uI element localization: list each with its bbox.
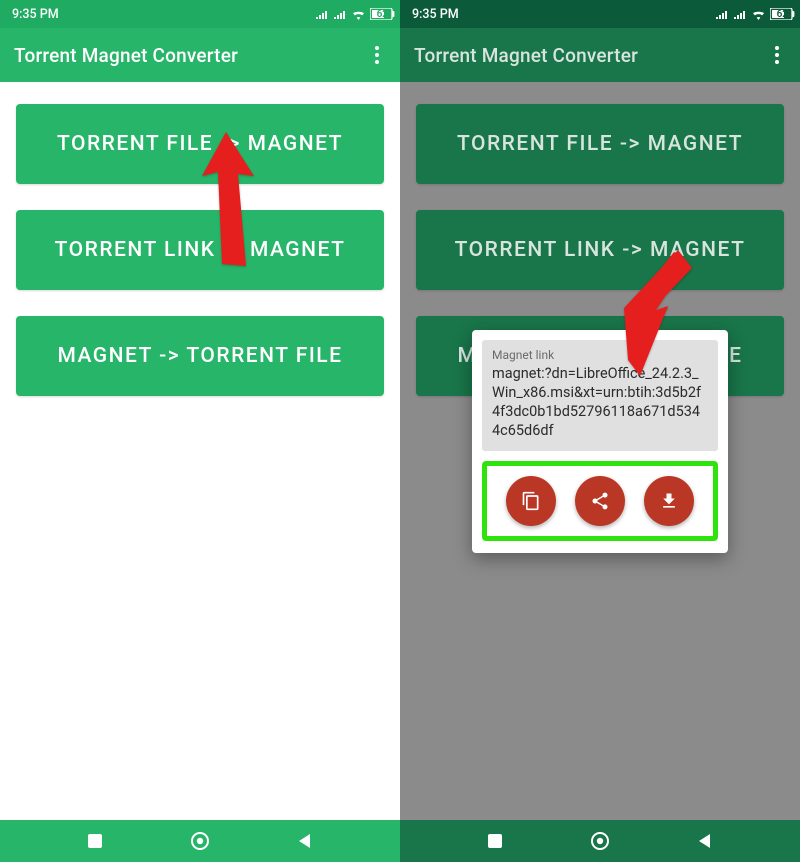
battery-level: 62 [377,9,388,20]
app-title: Torrent Magnet Converter [414,44,638,67]
status-indicators: 62 [315,8,388,20]
download-icon [659,491,679,511]
nav-home-icon[interactable] [190,831,210,851]
dialog-action-row [482,461,718,541]
nav-home-icon[interactable] [590,831,610,851]
status-time: 9:35 PM [412,7,459,22]
screenshot-right: 9:35 PM 62 Torrent Magnet Converter TORR… [400,0,800,862]
torrent-link-to-magnet-button[interactable]: TORRENT LINK -> MAGNET [16,210,384,290]
system-nav-bar [0,820,400,862]
nav-recent-icon[interactable] [86,832,104,850]
magnet-link-value: magnet:?dn=LibreOffice_24.2.3_Win_x86.ms… [492,364,708,441]
magnet-link-field[interactable]: Magnet link magnet:?dn=LibreOffice_24.2.… [482,340,718,451]
torrent-file-to-magnet-button[interactable]: TORRENT FILE -> MAGNET [16,104,384,184]
nav-back-icon[interactable] [696,832,714,850]
torrent-link-to-magnet-button: TORRENT LINK -> MAGNET [416,210,784,290]
magnet-link-label: Magnet link [492,348,708,362]
signal-icon [715,9,729,19]
signal-icon [315,9,329,19]
app-title: Torrent Magnet Converter [14,44,238,67]
main-content: TORRENT FILE -> MAGNET TORRENT LINK -> M… [0,82,400,820]
app-bar: Torrent Magnet Converter [0,28,400,82]
signal-icon [333,9,347,19]
share-button[interactable] [575,476,625,526]
copy-button[interactable] [506,476,556,526]
overflow-menu-button[interactable] [768,46,786,64]
screenshot-left: 9:35 PM 62 Torrent Magnet Converter TORR… [0,0,400,862]
main-content-dimmed: TORRENT FILE -> MAGNET TORRENT LINK -> M… [400,82,800,820]
signal-icon [733,9,747,19]
system-nav-bar [400,820,800,862]
magnet-result-dialog: Magnet link magnet:?dn=LibreOffice_24.2.… [472,330,728,553]
app-bar: Torrent Magnet Converter [400,28,800,82]
copy-icon [521,491,541,511]
wifi-icon [751,9,766,20]
share-icon [590,491,610,511]
wifi-icon [351,9,366,20]
nav-back-icon[interactable] [296,832,314,850]
download-button[interactable] [644,476,694,526]
status-indicators: 62 [715,8,788,20]
nav-recent-icon[interactable] [486,832,504,850]
status-time: 9:35 PM [12,7,59,22]
status-bar: 9:35 PM 62 [400,0,800,28]
status-bar: 9:35 PM 62 [0,0,400,28]
overflow-menu-button[interactable] [368,46,386,64]
battery-level: 62 [777,9,788,20]
magnet-to-torrent-file-button[interactable]: MAGNET -> TORRENT FILE [16,316,384,396]
torrent-file-to-magnet-button: TORRENT FILE -> MAGNET [416,104,784,184]
